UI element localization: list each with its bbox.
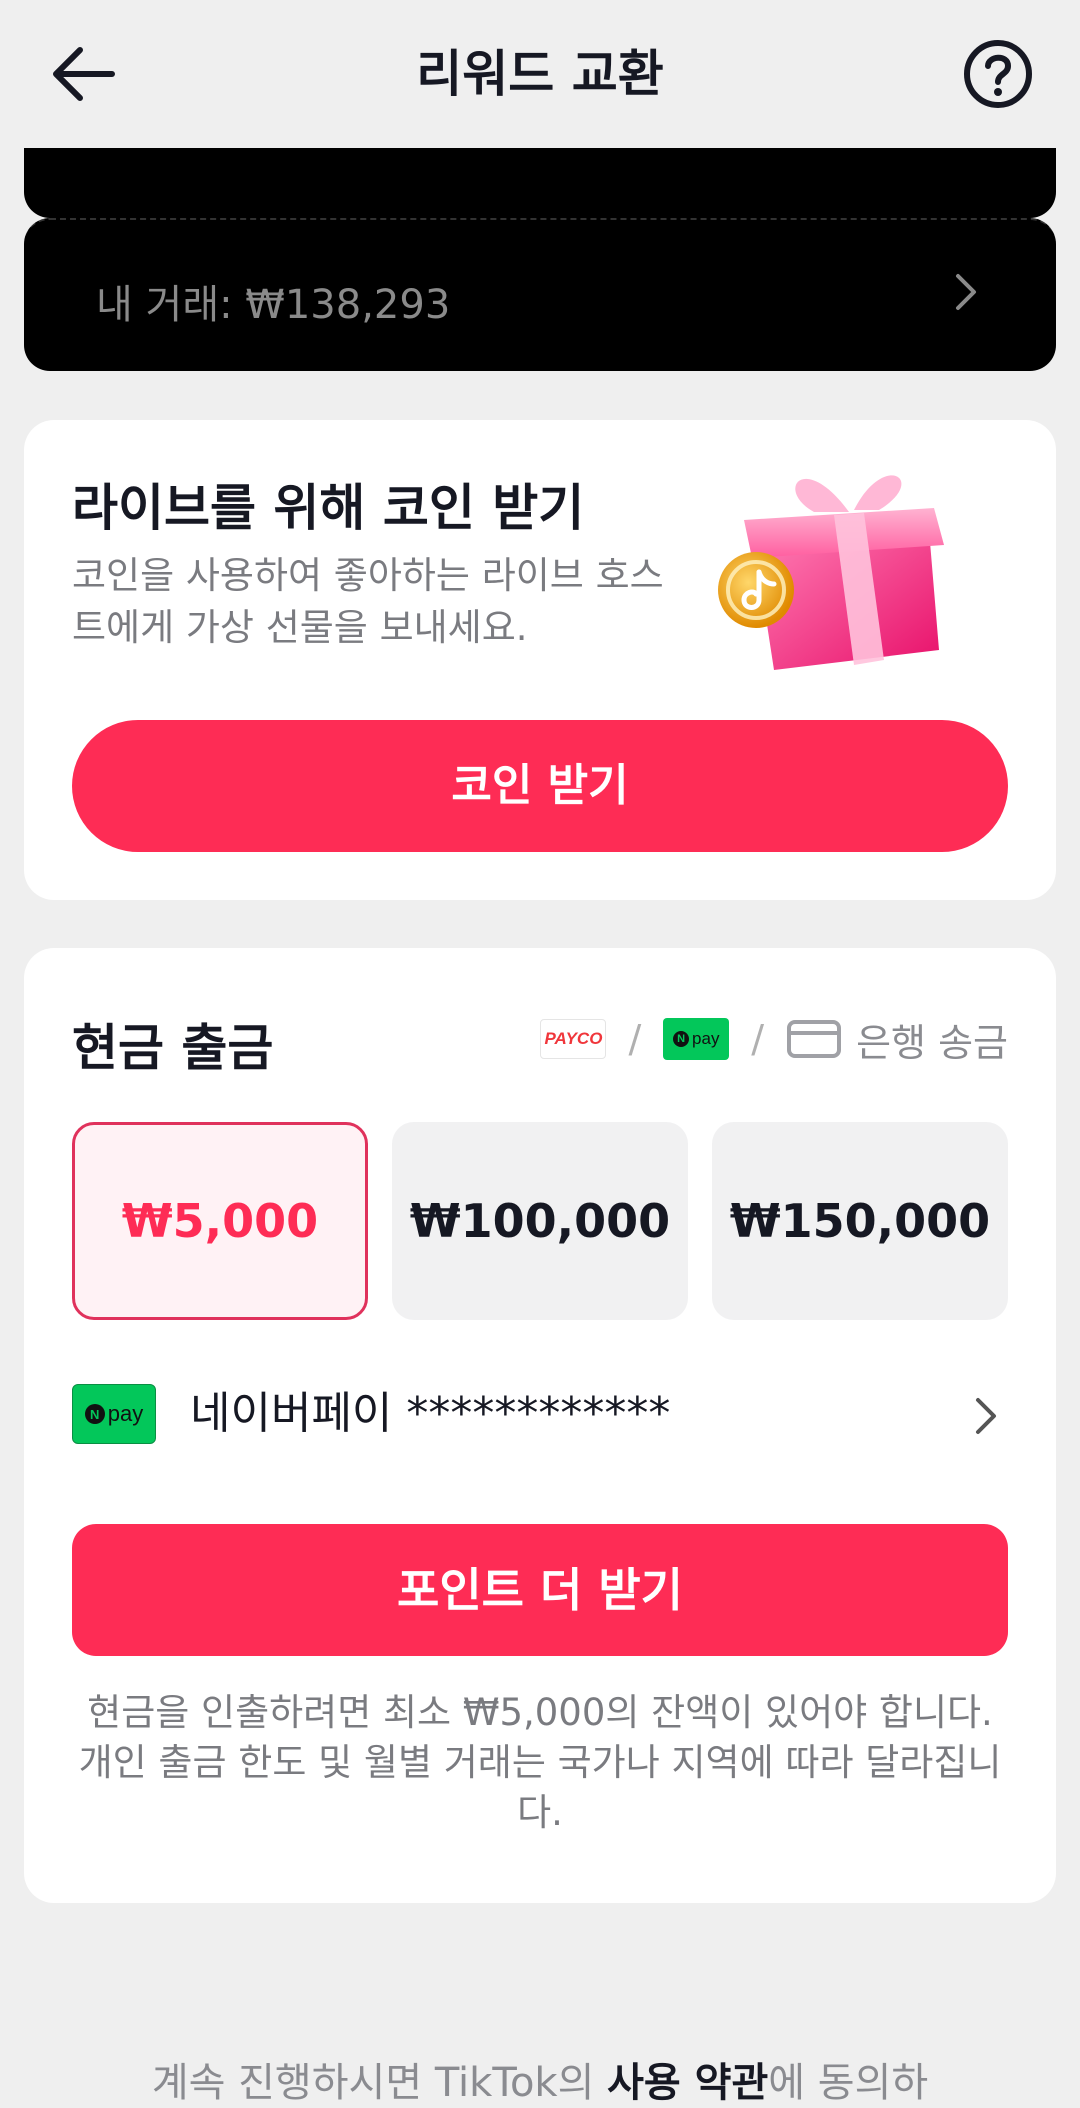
balance-card-top (24, 148, 1056, 218)
divider: / (751, 1017, 765, 1061)
get-more-points-button[interactable]: 포인트 더 받기 (72, 1524, 1008, 1656)
amount-option-5000[interactable]: ₩5,000 (72, 1122, 368, 1320)
footer-prefix: 계속 진행하시면 TikTok의 (151, 2060, 608, 2106)
coins-card-title: 라이브를 위해 코인 받기 (72, 479, 585, 537)
chevron-right-icon (976, 1398, 996, 1434)
npay-logo: Npay (663, 1018, 730, 1060)
divider: / (628, 1017, 642, 1061)
bank-card-icon (787, 1020, 842, 1058)
payout-account-label: 네이버페이 ************ (190, 1388, 671, 1439)
cash-withdrawal-title: 현금 출금 (72, 1019, 274, 1077)
payment-methods: PAYCO / Npay / 은행 송금 (540, 1014, 1008, 1065)
transactions-row[interactable]: 내 거래: ₩138,293 (24, 218, 1056, 371)
page-title: 리워드 교환 (416, 45, 664, 103)
terms-link[interactable]: 사용 약관 (607, 2060, 768, 2106)
cash-withdrawal-card: 현금 출금 PAYCO / Npay / 은행 송금 ₩5,000 ₩100,0… (24, 948, 1056, 1903)
help-icon[interactable] (960, 36, 1036, 112)
get-coins-button[interactable]: 코인 받기 (72, 720, 1008, 852)
gift-icon (718, 475, 944, 670)
coins-card-description: 코인을 사용하여 좋아하는 라이브 호스트에게 가상 선물을 보내세요. (72, 554, 664, 649)
amount-option-100000[interactable]: ₩100,000 (392, 1122, 688, 1320)
terms-footer: 계속 진행하시면 TikTok의 사용 약관에 동의하 (0, 2050, 1080, 2108)
footer-suffix: 에 동의하 (768, 2060, 929, 2106)
bank-transfer-label: 은행 송금 (856, 1020, 1008, 1065)
transactions-label: 내 거래: ₩138,293 (96, 282, 451, 328)
header-bar: 리워드 교환 (0, 0, 1080, 148)
withdrawal-note: 현금을 인출하려면 최소 ₩5,000의 잔액이 있어야 합니다. 개인 출금 … (78, 1691, 1002, 1834)
npay-account-logo: Npay (72, 1384, 156, 1444)
amount-option-150000[interactable]: ₩150,000 (712, 1122, 1008, 1320)
payco-logo: PAYCO (540, 1019, 607, 1059)
get-coins-card: 라이브를 위해 코인 받기 코인을 사용하여 좋아하는 라이브 호스트에게 가상… (24, 420, 1056, 900)
chevron-right-icon (956, 274, 976, 310)
payout-account-row[interactable]: Npay 네이버페이 ************ (72, 1384, 1008, 1444)
